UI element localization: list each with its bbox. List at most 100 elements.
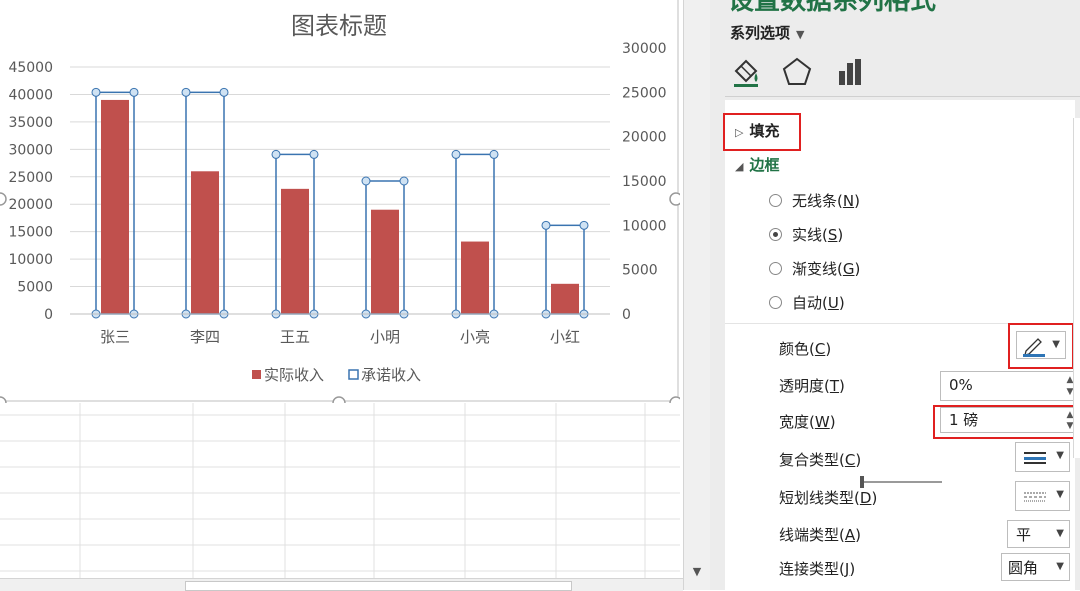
y2-tick-label: 30000	[622, 41, 667, 57]
width-input[interactable]: 1 磅 ▲ ▼	[940, 407, 1080, 433]
compound-type-dropdown[interactable]: ▼	[1015, 442, 1070, 472]
fill-line-icon[interactable]	[730, 55, 764, 89]
x-tick-label: 张三	[100, 328, 130, 346]
y-tick-label: 20000	[8, 197, 53, 213]
pane-title: 设置数据系列格式	[728, 0, 937, 16]
worksheet-area: 图表标题 45000 40000 35000 30000 25000 20000 15000…	[0, 0, 680, 590]
series-options-label: 系列选项	[730, 24, 791, 42]
scroll-down-icon[interactable]: ▼	[684, 565, 710, 578]
y2-tick-label: 15000	[622, 174, 667, 190]
bar-actual-1[interactable]	[191, 171, 219, 314]
x-tick-label: 王五	[280, 328, 310, 346]
chevron-down-icon: ◢	[735, 160, 744, 173]
join-type-value: 圆角	[1008, 559, 1039, 577]
y-tick-label: 45000	[8, 60, 53, 76]
radio-gradient-line[interactable]: 渐变线(G)	[769, 258, 860, 279]
resize-handle-bottom[interactable]	[332, 396, 346, 403]
series-options-dropdown[interactable]: 系列选项 ▼	[730, 22, 804, 43]
transparency-label: 透明度(T)	[779, 377, 845, 395]
dash-lines-icon	[1024, 492, 1046, 502]
radio-button[interactable]	[769, 262, 782, 275]
bar-actual-5[interactable]	[551, 283, 579, 314]
y-tick-label: 10000	[8, 252, 53, 268]
y-tick-label: 30000	[8, 142, 53, 158]
legend-label-promised: 承诺收入	[361, 366, 421, 384]
selection-handle[interactable]	[219, 87, 229, 97]
radio-no-line[interactable]: 无线条(N)	[769, 190, 860, 211]
chevron-down-icon: ▼	[1056, 561, 1064, 572]
radio-button[interactable]	[769, 296, 782, 309]
dash-type-dropdown[interactable]: ▼	[1015, 481, 1070, 511]
chevron-down-icon: ▼	[1056, 528, 1064, 539]
bar-actual-3[interactable]	[371, 209, 399, 314]
selection-handle[interactable]	[129, 87, 139, 97]
color-label: 颜色(C)	[779, 340, 832, 358]
cap-type-value: 平	[1016, 526, 1032, 544]
pane-content: ▷ 填充 ◢ 边框 无线条(N) 实线(S) 渐变线(G) 自动(U) 颜色(C) …	[723, 100, 1080, 590]
join-type-label: 连接类型(J)	[779, 560, 856, 578]
y2-tick-label: 0	[622, 307, 631, 323]
selection-handle[interactable]	[541, 220, 551, 230]
radio-automatic[interactable]: 自动(U)	[769, 292, 845, 313]
vertical-scrollbar[interactable]: ▼	[683, 0, 710, 590]
y2-tick-label: 10000	[622, 218, 667, 234]
radio-label: 自动	[792, 294, 823, 312]
resize-handle-right[interactable]	[669, 192, 680, 206]
legend-swatch-actual	[252, 370, 261, 379]
join-type-dropdown[interactable]: 圆角 ▼	[1001, 553, 1070, 581]
radio-button[interactable]	[769, 194, 782, 207]
bar-actual-2[interactable]	[281, 188, 309, 314]
chart-title[interactable]: 图表标题	[291, 12, 387, 40]
cap-type-dropdown[interactable]: 平 ▼	[1007, 520, 1070, 548]
horizontal-scrollbar[interactable]	[0, 578, 683, 591]
y2-tick-label: 25000	[622, 85, 667, 101]
selection-handle[interactable]	[489, 149, 499, 159]
chart-object[interactable]: 图表标题 45000 40000 35000 30000 25000 20000 15000…	[0, 0, 680, 403]
selection-handle[interactable]	[271, 149, 281, 159]
y-tick-label: 40000	[8, 87, 53, 103]
radio-button[interactable]	[769, 228, 782, 241]
selection-handle[interactable]	[309, 149, 319, 159]
radio-label: 实线	[792, 226, 823, 244]
selection-handle[interactable]	[451, 149, 461, 159]
selection-handle[interactable]	[399, 176, 409, 186]
fill-section-label: 填充	[749, 122, 780, 140]
compound-type-label: 复合类型(C)	[779, 451, 862, 469]
transparency-input[interactable]: 0% ▲ ▼	[940, 371, 1080, 401]
y-tick-label: 0	[44, 307, 53, 323]
dash-type-label: 短划线类型(D)	[779, 489, 878, 507]
resize-handle-left[interactable]	[0, 192, 7, 206]
pane-divider	[725, 96, 1080, 97]
transparency-slider[interactable]	[860, 476, 942, 488]
chevron-right-icon: ▷	[735, 126, 744, 139]
pane-scrollbar[interactable]	[1073, 118, 1080, 458]
chevron-down-icon: ▼	[1056, 489, 1064, 500]
series-options-bars-icon[interactable]	[834, 55, 868, 89]
x-tick-label: 小亮	[460, 328, 490, 346]
selection-handle[interactable]	[579, 220, 589, 230]
cell-grid	[0, 403, 680, 583]
bar-actual-4[interactable]	[461, 241, 489, 314]
cap-type-label: 线端类型(A)	[779, 526, 861, 544]
border-section-header[interactable]: ◢ 边框	[735, 154, 779, 175]
bar-actual-0[interactable]	[101, 99, 129, 314]
width-value: 1 磅	[949, 411, 979, 429]
effects-pentagon-icon[interactable]	[780, 55, 814, 89]
y-tick-label: 25000	[8, 170, 53, 186]
color-picker-button[interactable]: ▼	[1016, 331, 1066, 359]
selection-handle[interactable]	[361, 176, 371, 186]
legend-label-actual: 实际收入	[264, 366, 324, 384]
selection-handle[interactable]	[91, 87, 101, 97]
accelerator-key: N	[842, 191, 855, 210]
selection-handle[interactable]	[181, 87, 191, 97]
accelerator-key: S	[827, 225, 838, 244]
y-tick-label: 15000	[8, 225, 53, 241]
fill-section-header[interactable]: ▷ 填充	[735, 120, 779, 141]
y-tick-label: 5000	[17, 280, 53, 296]
radio-solid-line[interactable]: 实线(S)	[769, 224, 843, 245]
format-data-series-pane: 设置数据系列格式 系列选项 ▼ ▷ 填充 ◢ 边框 无线条(N) 实线(S) 渐变线(…	[710, 0, 1080, 590]
chevron-down-icon: ▼	[796, 28, 805, 41]
compound-lines-icon	[1024, 452, 1046, 464]
accelerator-key: G	[842, 259, 855, 278]
y-tick-label: 35000	[8, 115, 53, 131]
